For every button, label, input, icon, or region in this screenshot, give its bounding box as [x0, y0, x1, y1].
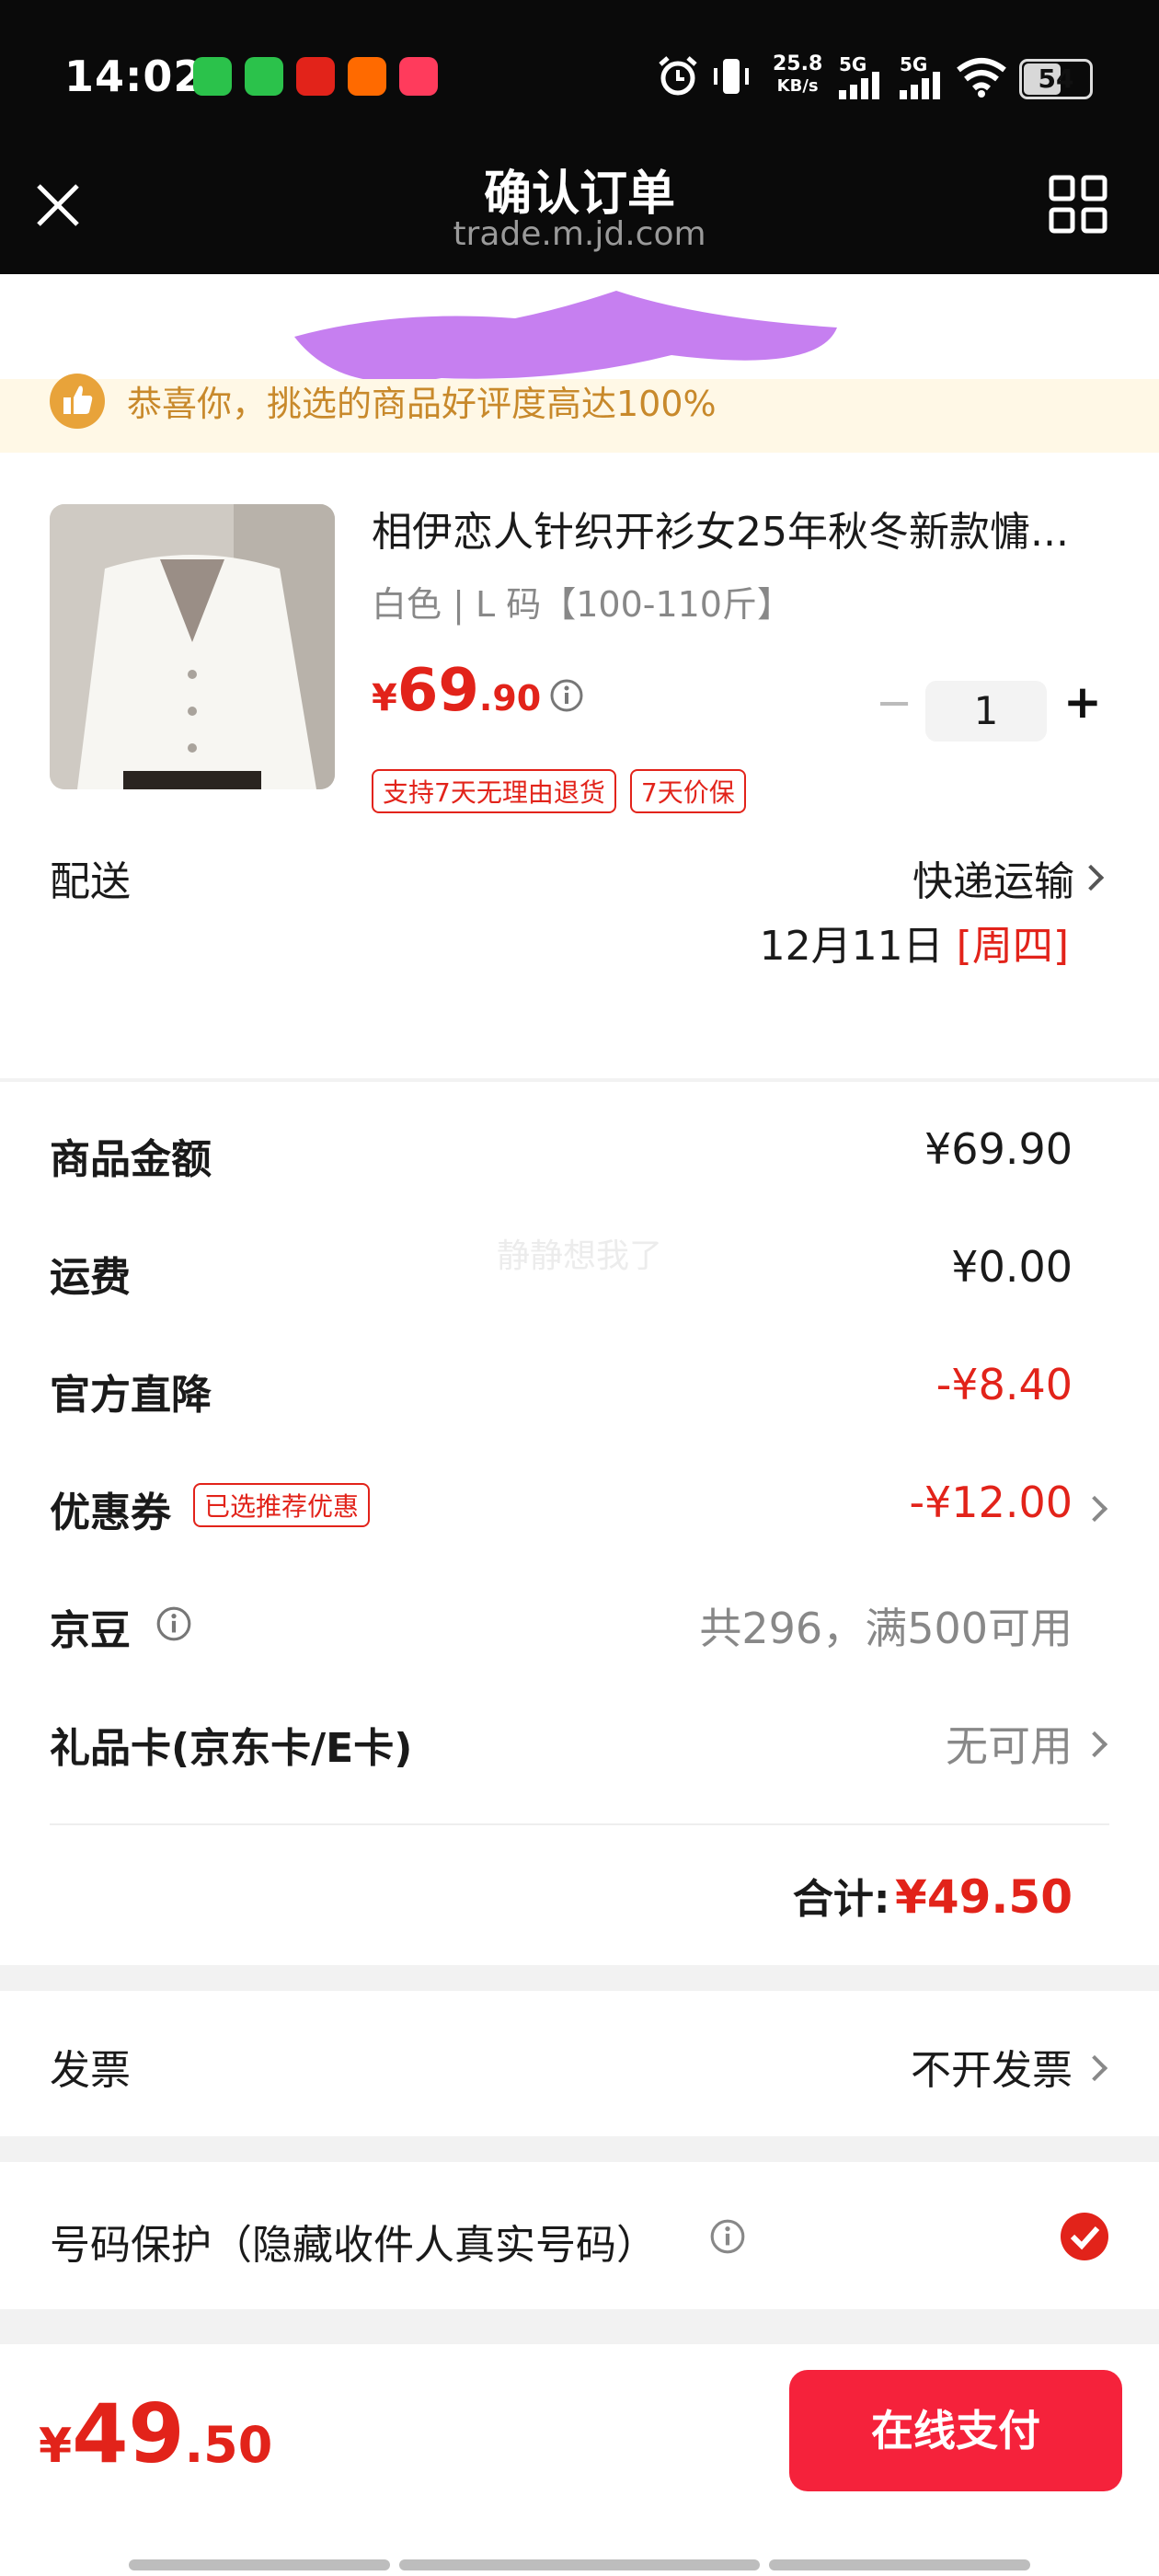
privacy-checkbox[interactable] [1060, 2212, 1109, 2261]
network-speed: 25.8 KB/s [773, 52, 823, 97]
clock: 14:02 [64, 52, 204, 101]
official-discount-value: -¥8.40 [935, 1360, 1073, 1409]
product-image[interactable] [50, 504, 335, 789]
red-app-icon [296, 57, 335, 96]
pay-online-button[interactable]: 在线支付 [789, 2370, 1122, 2491]
gift-card-label[interactable]: 礼品卡(京东卡/E卡) [50, 1715, 412, 1774]
product-panel: 相伊恋人针织开衫女25年秋冬新款慵... 白色 | L 码【100-110斤】 … [0, 453, 1159, 1078]
price-summary-panel: 静静想我了 商品金额 ¥69.90 运费 ¥0.00 官方直降 -¥8.40 优… [0, 1082, 1159, 1965]
more-menu-icon[interactable] [1049, 175, 1107, 234]
coupon-label[interactable]: 优惠券 [50, 1479, 171, 1538]
wifi-icon [957, 58, 1006, 98]
status-bar: 14:02 25.8 KB/s 5G 5G 54 [0, 0, 1159, 147]
nav-gesture-bar [769, 2559, 1030, 2570]
quantity-plus-button[interactable]: + [1063, 675, 1102, 729]
freight-value: ¥0.00 [951, 1242, 1073, 1292]
meituan-icon [399, 57, 438, 96]
wechat-icon [193, 57, 232, 96]
nav-gesture-bar [129, 2559, 390, 2570]
privacy-label: 号码保护（隐藏收件人真实号码） [50, 2222, 657, 2269]
goods-amount-label: 商品金额 [50, 1136, 212, 1183]
price-info-icon[interactable] [548, 677, 585, 714]
page-title: 确认订单 [483, 167, 675, 222]
coupon-value[interactable]: -¥12.00 [909, 1478, 1073, 1527]
chevron-right-icon[interactable] [1081, 1731, 1108, 1758]
chevron-right-icon[interactable] [1081, 1495, 1108, 1523]
alarm-icon [659, 56, 697, 96]
thumbs-up-icon [50, 374, 105, 429]
chevron-right-icon[interactable] [1081, 2054, 1108, 2082]
gift-card-value[interactable]: 无可用 [946, 1713, 1073, 1774]
product-tags: 支持7天无理由退货 7天价保 [372, 769, 746, 813]
battery-level: 54 [1038, 63, 1074, 94]
product-tag: 支持7天无理由退货 [372, 769, 616, 813]
page-domain: trade.m.jd.com [453, 215, 706, 253]
footer-price: ¥49.50 [39, 2386, 273, 2481]
freight-label: 运费 [50, 1254, 131, 1301]
jd-beans-label: 京豆 [50, 1607, 131, 1654]
delivery-date: 12月11日 [周四] [759, 923, 1069, 970]
product-price: ¥69.90 [372, 657, 542, 725]
footer-bar: ¥49.50 在线支付 [0, 2344, 1159, 2576]
invoice-panel[interactable]: 发票 不开发票 [0, 1991, 1159, 2136]
delivery-label: 配送 [50, 858, 131, 905]
tips-text: 恭喜你，挑选的商品好评度高达100% [127, 384, 717, 424]
goods-amount-value: ¥69.90 [924, 1124, 1073, 1174]
signal-icon [839, 72, 879, 99]
quantity-minus-button[interactable]: − [876, 677, 912, 729]
total: 合计: ¥49.50 [792, 1870, 1073, 1924]
coupon-tag: 已选推荐优惠 [193, 1483, 371, 1527]
privacy-panel: 号码保护（隐藏收件人真实号码） [0, 2162, 1159, 2309]
divider [50, 1823, 1109, 1825]
product-name[interactable]: 相伊恋人针织开衫女25年秋冬新款慵... [372, 499, 1107, 558]
nav-gesture-bar [399, 2559, 760, 2570]
official-discount-label: 官方直降 [50, 1372, 212, 1419]
product-spec[interactable]: 白色 | L 码【100-110斤】 [372, 576, 792, 627]
beans-info-icon[interactable] [155, 1604, 193, 1643]
battery-icon: 54 [1019, 59, 1093, 99]
phone-icon [245, 57, 283, 96]
quantity-value[interactable]: 1 [925, 681, 1047, 742]
jd-beans-value: 共296，满500可用 [699, 1604, 1073, 1653]
invoice-label: 发票 [50, 2047, 131, 2094]
chevron-right-icon[interactable] [1077, 864, 1105, 891]
invoice-value[interactable]: 不开发票 [911, 2037, 1073, 2096]
taobao-icon [348, 57, 386, 96]
privacy-info-icon[interactable] [708, 2217, 747, 2256]
product-tag: 7天价保 [629, 769, 746, 813]
vibrate-icon [714, 59, 749, 94]
delivery-method[interactable]: 快递运输 [912, 848, 1074, 907]
signal-icon-2 [900, 72, 940, 99]
page-header: 确认订单 trade.m.jd.com [0, 147, 1159, 274]
